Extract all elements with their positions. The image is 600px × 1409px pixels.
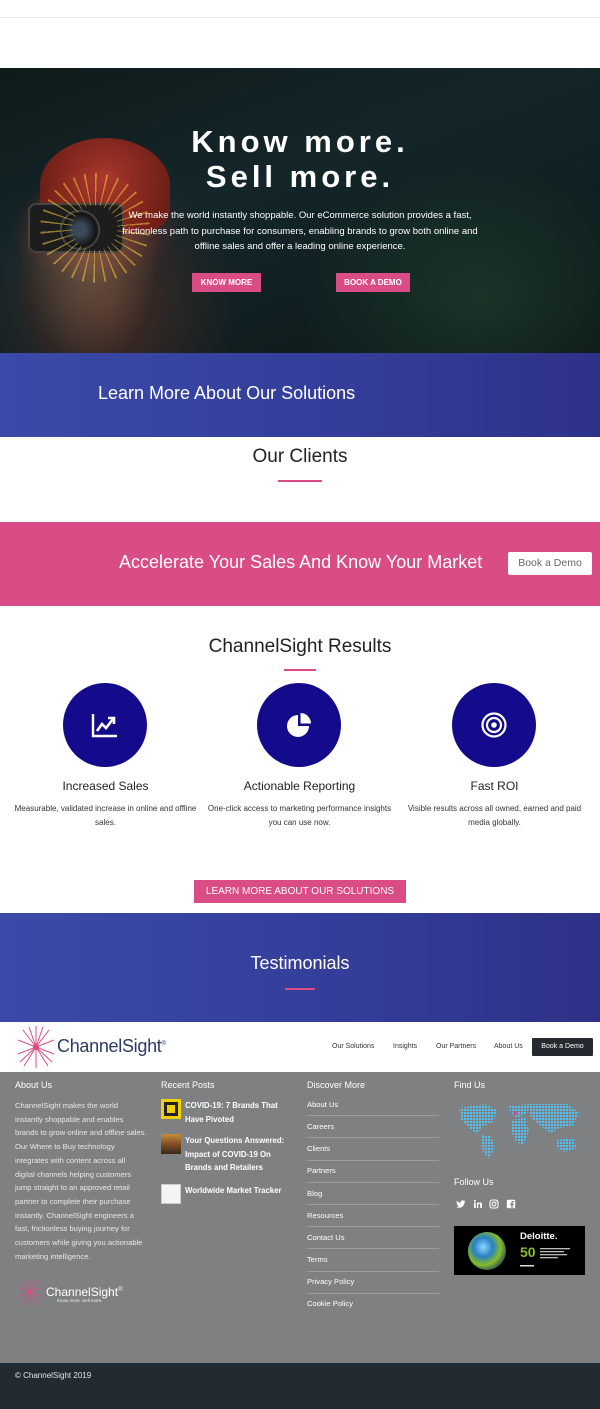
post-thumbnail[interactable] bbox=[161, 1099, 181, 1119]
copyright-text: © ChannelSight 2019 bbox=[15, 1371, 92, 1380]
footer-about-title: About Us bbox=[15, 1080, 53, 1090]
result-title: Actionable Reporting bbox=[243, 779, 356, 793]
footer-link-divider bbox=[307, 1204, 439, 1205]
nav-book-demo-button[interactable]: Book a Demo bbox=[532, 1038, 593, 1056]
solutions-band-text[interactable]: Learn More About Our Solutions bbox=[98, 383, 355, 404]
post-title[interactable]: Your Questions Answered: Impact of COVID… bbox=[185, 1134, 297, 1175]
nav-about-us[interactable]: About Us bbox=[494, 1043, 523, 1050]
accelerate-band: Accelerate Your Sales And Know Your Mark… bbox=[0, 522, 600, 606]
footer-link-divider bbox=[307, 1137, 439, 1138]
post-thumbnail[interactable] bbox=[161, 1134, 181, 1154]
footer-logo-tagline: Know more. Sell more. bbox=[57, 1298, 103, 1303]
footer: About Us ChannelSight makes the world in… bbox=[0, 1072, 600, 1363]
hero-title-line1: Know more. bbox=[191, 124, 409, 159]
footer-link-cookie-policy[interactable]: Cookie Policy bbox=[307, 1299, 437, 1308]
testimonials-band: Testimonials bbox=[0, 913, 600, 1022]
channelsight-logo-icon[interactable] bbox=[16, 1024, 56, 1070]
award-globe-graphic bbox=[468, 1232, 506, 1270]
footer-link-partners[interactable]: Partners bbox=[307, 1166, 437, 1175]
know-more-button[interactable]: KNOW MORE bbox=[192, 273, 261, 292]
result-description: One-click access to marketing performanc… bbox=[207, 804, 392, 827]
footer-link-contact-us[interactable]: Contact Us bbox=[307, 1233, 437, 1242]
accelerate-book-demo-button[interactable]: Book a Demo bbox=[508, 552, 592, 575]
results-title: ChannelSight Results bbox=[208, 636, 392, 657]
post-title[interactable]: Worldwide Market Tracker bbox=[185, 1184, 297, 1198]
award-deloitte-name: Deloitte. bbox=[520, 1231, 558, 1242]
result-title: Increased Sales bbox=[62, 779, 149, 793]
result-description: Visible results across all owned, earned… bbox=[407, 804, 582, 827]
result-icon-circle bbox=[63, 683, 147, 767]
clients-title: Our Clients bbox=[252, 446, 348, 467]
footer-link-about-us[interactable]: About Us bbox=[307, 1100, 437, 1109]
solutions-band[interactable]: Learn More About Our Solutions bbox=[0, 353, 600, 437]
footer-link-divider bbox=[307, 1160, 439, 1161]
footer-link-divider bbox=[307, 1271, 439, 1272]
footer-find-us-title: Find Us bbox=[454, 1080, 486, 1090]
results-divider bbox=[284, 669, 316, 671]
line-chart-icon bbox=[91, 714, 117, 738]
footer-link-blog[interactable]: Blog bbox=[307, 1189, 437, 1198]
result-icon-circle bbox=[452, 683, 536, 767]
target-icon bbox=[481, 712, 507, 738]
facebook-icon[interactable] bbox=[506, 1199, 516, 1209]
linkedin-icon[interactable] bbox=[473, 1199, 483, 1209]
footer-link-privacy-policy[interactable]: Privacy Policy bbox=[307, 1277, 437, 1286]
hero-description: We make the world instantly shoppable. O… bbox=[122, 210, 478, 252]
pie-chart-icon bbox=[287, 713, 311, 737]
deloitte-award-badge[interactable]: Deloitte. 50 bbox=[454, 1226, 585, 1275]
main-nav: ChannelSight® Our Solutions Insights Our… bbox=[0, 1022, 600, 1072]
footer-link-divider bbox=[307, 1293, 439, 1294]
footer-link-terms[interactable]: Terms bbox=[307, 1255, 437, 1264]
award-number: 50 bbox=[520, 1244, 536, 1260]
footer-link-divider bbox=[307, 1226, 439, 1227]
instagram-icon[interactable] bbox=[489, 1199, 499, 1209]
nav-our-solutions[interactable]: Our Solutions bbox=[332, 1043, 374, 1050]
result-title: Fast ROI bbox=[470, 779, 519, 793]
footer-recent-posts-title: Recent Posts bbox=[161, 1080, 215, 1090]
result-icon-circle bbox=[257, 683, 341, 767]
world-map-icon bbox=[459, 1104, 579, 1158]
footer-logo-text[interactable]: ChannelSight® bbox=[46, 1285, 122, 1299]
award-fine-print bbox=[540, 1248, 570, 1259]
post-title[interactable]: COVID-19: 7 Brands That Have Pivoted bbox=[185, 1099, 297, 1126]
footer-link-divider bbox=[307, 1248, 439, 1249]
nav-insights[interactable]: Insights bbox=[393, 1043, 417, 1050]
footer-about-text: ChannelSight makes the world instantly s… bbox=[15, 1101, 147, 1261]
book-demo-button[interactable]: BOOK A DEMO bbox=[336, 273, 410, 292]
result-description: Measurable, validated increase in online… bbox=[14, 804, 197, 827]
footer-discover-title: Discover More bbox=[307, 1080, 366, 1090]
learn-more-solutions-button[interactable]: LEARN MORE ABOUT OUR SOLUTIONS bbox=[194, 880, 406, 903]
accelerate-band-text: Accelerate Your Sales And Know Your Mark… bbox=[119, 552, 483, 572]
footer-logo-icon[interactable] bbox=[16, 1275, 44, 1309]
testimonials-title: Testimonials bbox=[250, 953, 350, 973]
hero-section: Know more. Sell more. We make the world … bbox=[0, 68, 600, 353]
channelsight-logo-text[interactable]: ChannelSight® bbox=[57, 1036, 166, 1057]
nav-our-partners[interactable]: Our Partners bbox=[436, 1043, 476, 1050]
top-bar bbox=[0, 0, 600, 18]
footer-link-clients[interactable]: Clients bbox=[307, 1144, 437, 1153]
footer-link-resources[interactable]: Resources bbox=[307, 1211, 437, 1220]
footer-link-divider bbox=[307, 1115, 439, 1116]
twitter-icon[interactable] bbox=[456, 1199, 466, 1209]
clients-divider bbox=[278, 480, 322, 482]
award-tagline-mark bbox=[520, 1265, 534, 1267]
testimonials-divider bbox=[285, 988, 315, 990]
footer-link-divider bbox=[307, 1182, 439, 1183]
footer-link-careers[interactable]: Careers bbox=[307, 1122, 437, 1131]
hero-title-line2: Sell more. bbox=[205, 159, 395, 194]
post-thumbnail[interactable] bbox=[161, 1184, 181, 1204]
footer-follow-us-title: Follow Us bbox=[454, 1177, 494, 1187]
bottom-bar: © ChannelSight 2019 bbox=[0, 1363, 600, 1409]
